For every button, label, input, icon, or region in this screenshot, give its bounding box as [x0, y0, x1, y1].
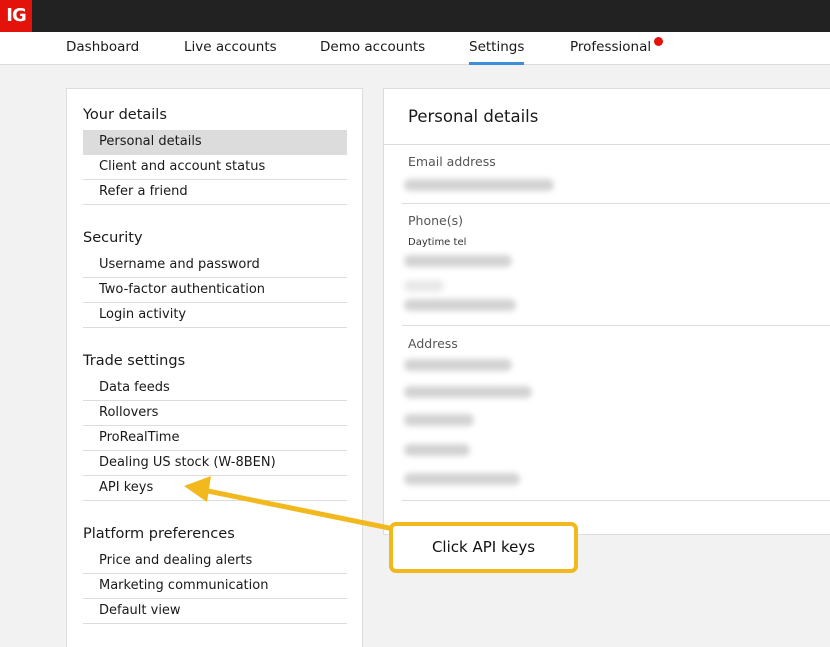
sidebar-item-prorealtime[interactable]: ProRealTime	[83, 426, 347, 451]
sidebar-item-login-activity[interactable]: Login activity	[83, 303, 347, 328]
redacted-phone-label	[404, 280, 444, 292]
address-label: Address	[408, 336, 458, 351]
sidebar-item-data-feeds[interactable]: Data feeds	[83, 376, 347, 401]
sidebar-item-refer-a-friend[interactable]: Refer a friend	[83, 180, 347, 205]
sidebar-item-two-factor[interactable]: Two-factor authentication	[83, 278, 347, 303]
annotation-callout: Click API keys	[389, 522, 578, 573]
redacted-phone	[404, 255, 512, 267]
nav-dashboard[interactable]: Dashboard	[66, 32, 139, 65]
section-title-security: Security	[83, 230, 143, 246]
nav-settings[interactable]: Settings	[469, 32, 525, 65]
redacted-address-line	[404, 414, 474, 426]
sidebar-item-marketing-communication[interactable]: Marketing communication	[83, 574, 347, 599]
notification-dot	[654, 37, 664, 46]
sidebar-item-rollovers[interactable]: Rollovers	[83, 401, 347, 426]
sidebar-item-username-password[interactable]: Username and password	[83, 253, 347, 278]
section-title-platform-preferences: Platform preferences	[83, 526, 235, 542]
divider	[402, 500, 830, 501]
nav-professional[interactable]: Professional	[570, 32, 664, 65]
nav-live-accounts[interactable]: Live accounts	[184, 32, 277, 65]
panel-title: Personal details	[408, 107, 539, 126]
divider	[384, 144, 830, 145]
section-title-trade-settings: Trade settings	[83, 353, 186, 369]
sidebar-item-client-account-status[interactable]: Client and account status	[83, 155, 347, 180]
section-title-your-details: Your details	[83, 107, 167, 123]
redacted-address-line	[404, 444, 470, 456]
nav-demo-accounts[interactable]: Demo accounts	[320, 32, 425, 65]
daytime-tel-label: Daytime tel	[408, 237, 467, 248]
sidebar-item-default-view[interactable]: Default view	[83, 599, 347, 624]
divider	[402, 203, 830, 204]
phone-label: Phone(s)	[408, 213, 463, 228]
redacted-phone	[404, 299, 516, 311]
main-nav: Dashboard Live accounts Demo accounts Se…	[0, 32, 830, 65]
email-label: Email address	[408, 154, 496, 169]
top-bar: IG	[0, 0, 830, 32]
nav-professional-label: Professional	[570, 39, 652, 55]
sidebar-item-personal-details[interactable]: Personal details	[83, 130, 347, 155]
redacted-address-line	[404, 386, 532, 398]
divider	[402, 325, 830, 326]
sidebar-item-price-dealing-alerts[interactable]: Price and dealing alerts	[83, 549, 347, 574]
redacted-address-line	[404, 359, 512, 371]
settings-sidebar: Your details Personal details Client and…	[66, 88, 363, 647]
redacted-address-line	[404, 473, 520, 485]
sidebar-item-api-keys[interactable]: API keys	[83, 476, 347, 501]
redacted-email	[404, 179, 554, 191]
sidebar-item-dealing-us-stock[interactable]: Dealing US stock (W-8BEN)	[83, 451, 347, 476]
ig-logo[interactable]: IG	[0, 0, 32, 32]
personal-details-panel: Personal details Email address Phone(s) …	[383, 88, 830, 535]
